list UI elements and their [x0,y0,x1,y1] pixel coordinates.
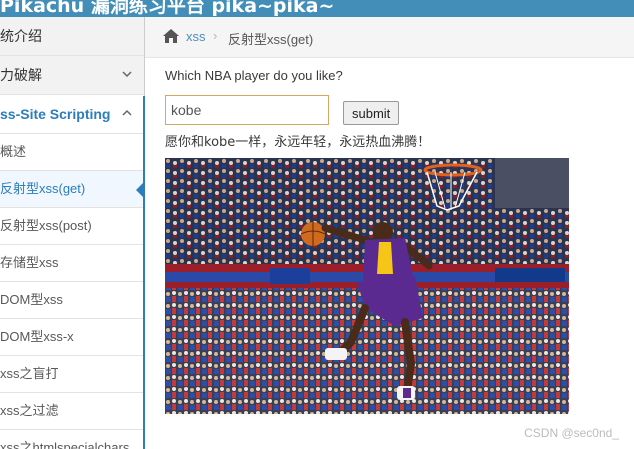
player-name-input[interactable] [165,95,329,125]
breadcrumb-separator: › [213,28,218,43]
sidebar-item-label: 概述 [0,144,27,159]
sidebar-item-stored[interactable]: 存储型xss [0,245,144,282]
sidebar-item-label: 反射型xss(post) [0,218,92,233]
sidebar-item-label: 统介绍 [0,28,42,44]
chevron-up-icon [122,95,132,133]
sidebar-item-label: ss-Site Scripting [0,106,111,122]
breadcrumb-link-xss[interactable]: xss [186,29,206,44]
submit-button[interactable]: submit [343,101,400,125]
sidebar-item-htmlspecialchars[interactable]: xss之htmlspecialchars [0,430,144,449]
kobe-photo [165,158,569,414]
sidebar-item-brute-force[interactable]: 力破解 [0,56,144,95]
sidebar: 统介绍 力破解 ss-Site Scripting 概述 反射型xss(get)… [0,17,145,449]
sidebar-item-xss[interactable]: ss-Site Scripting [0,95,144,134]
sidebar-item-blind[interactable]: xss之盲打 [0,356,144,393]
chevron-down-icon [122,56,132,94]
sidebar-item-label: 反射型xss(get) [0,181,86,196]
sidebar-item-intro[interactable]: 统介绍 [0,17,144,56]
home-icon[interactable] [162,28,180,44]
sidebar-item-label: xss之htmlspecialchars [0,440,130,449]
top-navbar: Pikachu 漏洞练习平台 pika~pika~ [0,0,634,17]
sidebar-item-label: DOM型xss [0,292,63,307]
result-message: 愿你和kobe一样，永远年轻，永远热血沸腾！ [165,135,431,150]
breadcrumb: xss › 反射型xss(get) [145,17,634,58]
sidebar-item-overview[interactable]: 概述 [0,134,144,171]
sidebar-item-filter[interactable]: xss之过滤 [0,393,144,430]
sidebar-active-border [143,96,145,449]
csdn-watermark: CSDN @sec0nd_ [524,426,619,440]
sidebar-item-reflected-get[interactable]: 反射型xss(get) [0,171,144,208]
sidebar-item-dom[interactable]: DOM型xss [0,282,144,319]
question-label: Which NBA player do you like? [165,68,343,83]
sidebar-item-label: 力破解 [0,67,42,83]
breadcrumb-current: 反射型xss(get) [228,32,314,47]
sidebar-item-reflected-post[interactable]: 反射型xss(post) [0,208,144,245]
sidebar-item-label: xss之过滤 [0,403,59,418]
sidebar-item-label: xss之盲打 [0,366,59,381]
sidebar-item-dom-x[interactable]: DOM型xss-x [0,319,144,356]
sidebar-item-label: DOM型xss-x [0,329,74,344]
app-title: Pikachu 漏洞练习平台 pika~pika~ [0,0,335,17]
sidebar-item-label: 存储型xss [0,255,59,270]
